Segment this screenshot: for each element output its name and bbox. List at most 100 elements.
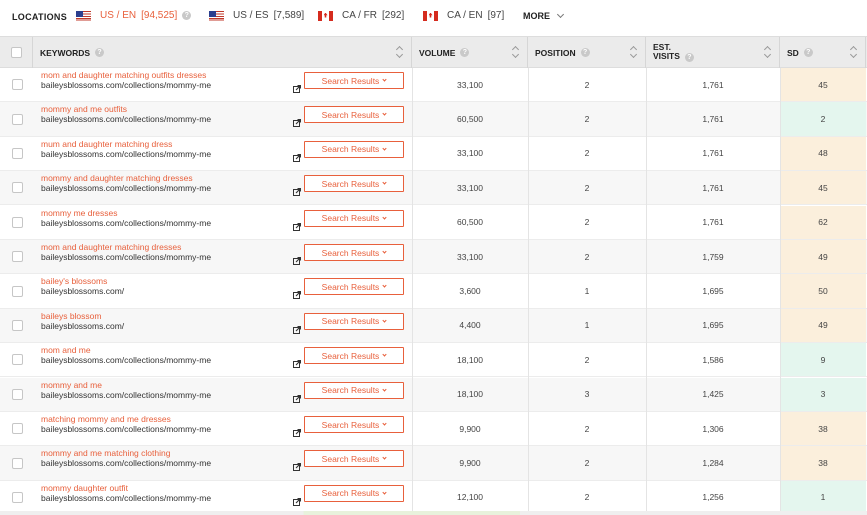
table-header: KEYWORDS ? VOLUME ? POSITION ? EST. VISI… xyxy=(0,36,867,68)
row-checkbox[interactable] xyxy=(12,285,23,297)
horizontal-scrollbar[interactable] xyxy=(0,511,867,515)
external-link-icon[interactable] xyxy=(293,429,301,437)
keyword-link[interactable]: matching mommy and me dresses xyxy=(41,414,211,424)
row-checkbox[interactable] xyxy=(12,423,23,435)
search-results-button[interactable]: Search Results xyxy=(304,312,404,330)
est-visits-cell: 1,761 xyxy=(702,217,724,228)
chevron-down-icon xyxy=(382,283,387,289)
row-checkbox[interactable] xyxy=(12,216,23,228)
location-ca-fr[interactable]: CA / FR [292] xyxy=(318,10,404,21)
external-link-icon[interactable] xyxy=(293,463,301,472)
sort-icon[interactable] xyxy=(397,45,403,59)
external-link-icon[interactable] xyxy=(293,291,301,300)
sort-icon[interactable] xyxy=(851,45,857,59)
external-link-icon[interactable] xyxy=(293,257,301,265)
search-results-button[interactable]: Search Results xyxy=(304,381,404,399)
row-checkbox[interactable] xyxy=(12,354,23,366)
external-link-icon[interactable] xyxy=(293,119,301,128)
row-checkbox[interactable] xyxy=(12,147,23,159)
keyword-link[interactable]: bailey's blossoms xyxy=(41,276,124,286)
search-results-button[interactable]: Search Results xyxy=(304,106,404,124)
keyword-link[interactable]: mommy daughter outfit xyxy=(41,483,211,493)
row-checkbox[interactable] xyxy=(12,491,23,503)
volume-cell: 18,100 xyxy=(457,389,483,400)
external-link-icon[interactable] xyxy=(293,85,301,93)
row-checkbox[interactable] xyxy=(12,79,23,91)
keyword-link[interactable]: mum and daughter matching dress xyxy=(41,139,211,149)
location-ca-en[interactable]: CA / EN [97] xyxy=(423,10,504,21)
keyword-link[interactable]: mom and daughter matching outfits dresse… xyxy=(41,70,211,80)
row-checkbox-cell xyxy=(12,481,23,514)
help-icon[interactable]: ? xyxy=(95,48,105,57)
ranking-url: baileysblossoms.com/collections/mommy-me xyxy=(41,252,212,262)
sd-cell: 49 xyxy=(780,240,866,274)
help-icon[interactable]: ? xyxy=(580,48,590,57)
column-divider xyxy=(412,68,413,511)
row-checkbox[interactable] xyxy=(12,388,23,400)
keyword-link[interactable]: mommy and daughter matching dresses xyxy=(41,173,211,183)
external-link-icon[interactable] xyxy=(293,360,301,369)
search-results-button[interactable]: Search Results xyxy=(304,175,404,193)
row-checkbox[interactable] xyxy=(12,457,23,469)
sort-icon[interactable] xyxy=(631,45,637,59)
row-checkbox[interactable] xyxy=(12,182,23,194)
ranking-url: baileysblossoms.com/collections/mommy-me xyxy=(41,389,212,400)
keyword-link[interactable]: mommy me dresses xyxy=(41,208,211,218)
help-icon[interactable]: ? xyxy=(460,48,470,57)
search-results-button[interactable]: Search Results xyxy=(304,450,404,468)
header-est-visits[interactable]: EST. VISITS? xyxy=(646,37,780,68)
header-position[interactable]: POSITION ? xyxy=(528,37,646,68)
external-link-icon[interactable] xyxy=(293,188,301,197)
help-icon[interactable]: ? xyxy=(182,11,192,20)
header-volume[interactable]: VOLUME ? xyxy=(412,37,528,68)
search-results-label: Search Results xyxy=(321,144,380,155)
row-checkbox[interactable] xyxy=(12,113,23,125)
keyword-link[interactable]: mom and me xyxy=(41,345,211,355)
table-row: matching mommy and me dresses baileysblos… xyxy=(0,412,867,447)
search-results-button[interactable]: Search Results xyxy=(304,347,404,365)
row-checkbox[interactable] xyxy=(12,251,23,263)
row-checkbox-cell xyxy=(12,68,23,101)
location-us-en[interactable]: US / EN [94,525] ? xyxy=(76,10,192,21)
search-results-button[interactable]: Search Results xyxy=(304,244,404,261)
row-checkbox-cell xyxy=(12,102,23,135)
search-results-button[interactable]: Search Results xyxy=(304,416,404,433)
est-visits-cell: 1,586 xyxy=(702,354,724,365)
ranking-url: baileysblossoms.com/collections/mommy-me xyxy=(41,424,212,434)
table-row: mom and me baileysblossoms.com/collection… xyxy=(0,343,867,378)
keyword-link[interactable]: mommy and me matching clothing xyxy=(41,448,211,458)
search-results-button[interactable]: Search Results xyxy=(304,140,404,158)
est-visits-cell: 1,695 xyxy=(702,320,724,331)
row-checkbox[interactable] xyxy=(12,319,23,331)
search-results-button[interactable]: Search Results xyxy=(304,484,404,502)
keyword-link[interactable]: mom and daughter matching dresses xyxy=(41,242,211,252)
location-us-es[interactable]: US / ES [7,589] xyxy=(209,10,304,21)
row-checkbox-cell xyxy=(12,446,23,479)
select-all-checkbox[interactable] xyxy=(10,47,22,58)
sort-icon[interactable] xyxy=(513,45,519,59)
external-link-icon[interactable] xyxy=(293,394,301,403)
header-keywords[interactable]: KEYWORDS ? xyxy=(33,37,412,68)
keyword-link[interactable]: mommy and me xyxy=(41,380,211,390)
chevron-down-icon xyxy=(382,490,387,495)
external-link-icon[interactable] xyxy=(293,325,301,334)
header-sd[interactable]: SD ? xyxy=(780,37,866,68)
keyword-link[interactable]: mommy and me outfits xyxy=(41,104,211,114)
est-visits-cell: 1,761 xyxy=(702,79,724,90)
volume-cell: 60,500 xyxy=(457,114,483,125)
external-link-icon[interactable] xyxy=(293,153,301,162)
locations-bar: LOCATIONS US / EN [94,525] ? US / ES [7,… xyxy=(0,0,867,36)
ranking-url: baileysblossoms.com/collections/mommy-me xyxy=(41,217,212,228)
search-results-button[interactable]: Search Results xyxy=(304,278,404,296)
search-results-button[interactable]: Search Results xyxy=(304,209,404,227)
help-icon[interactable]: ? xyxy=(684,52,694,62)
search-results-button[interactable]: Search Results xyxy=(304,72,404,89)
external-link-icon[interactable] xyxy=(293,497,301,506)
more-locations-button[interactable]: MORE xyxy=(523,10,565,21)
help-icon[interactable]: ? xyxy=(803,48,813,57)
external-link-icon[interactable] xyxy=(293,222,301,231)
keyword-link[interactable]: baileys blossom xyxy=(41,311,124,321)
sort-icon[interactable] xyxy=(765,45,771,59)
est-visits-cell: 1,284 xyxy=(702,458,724,469)
position-cell: 2 xyxy=(584,492,590,503)
